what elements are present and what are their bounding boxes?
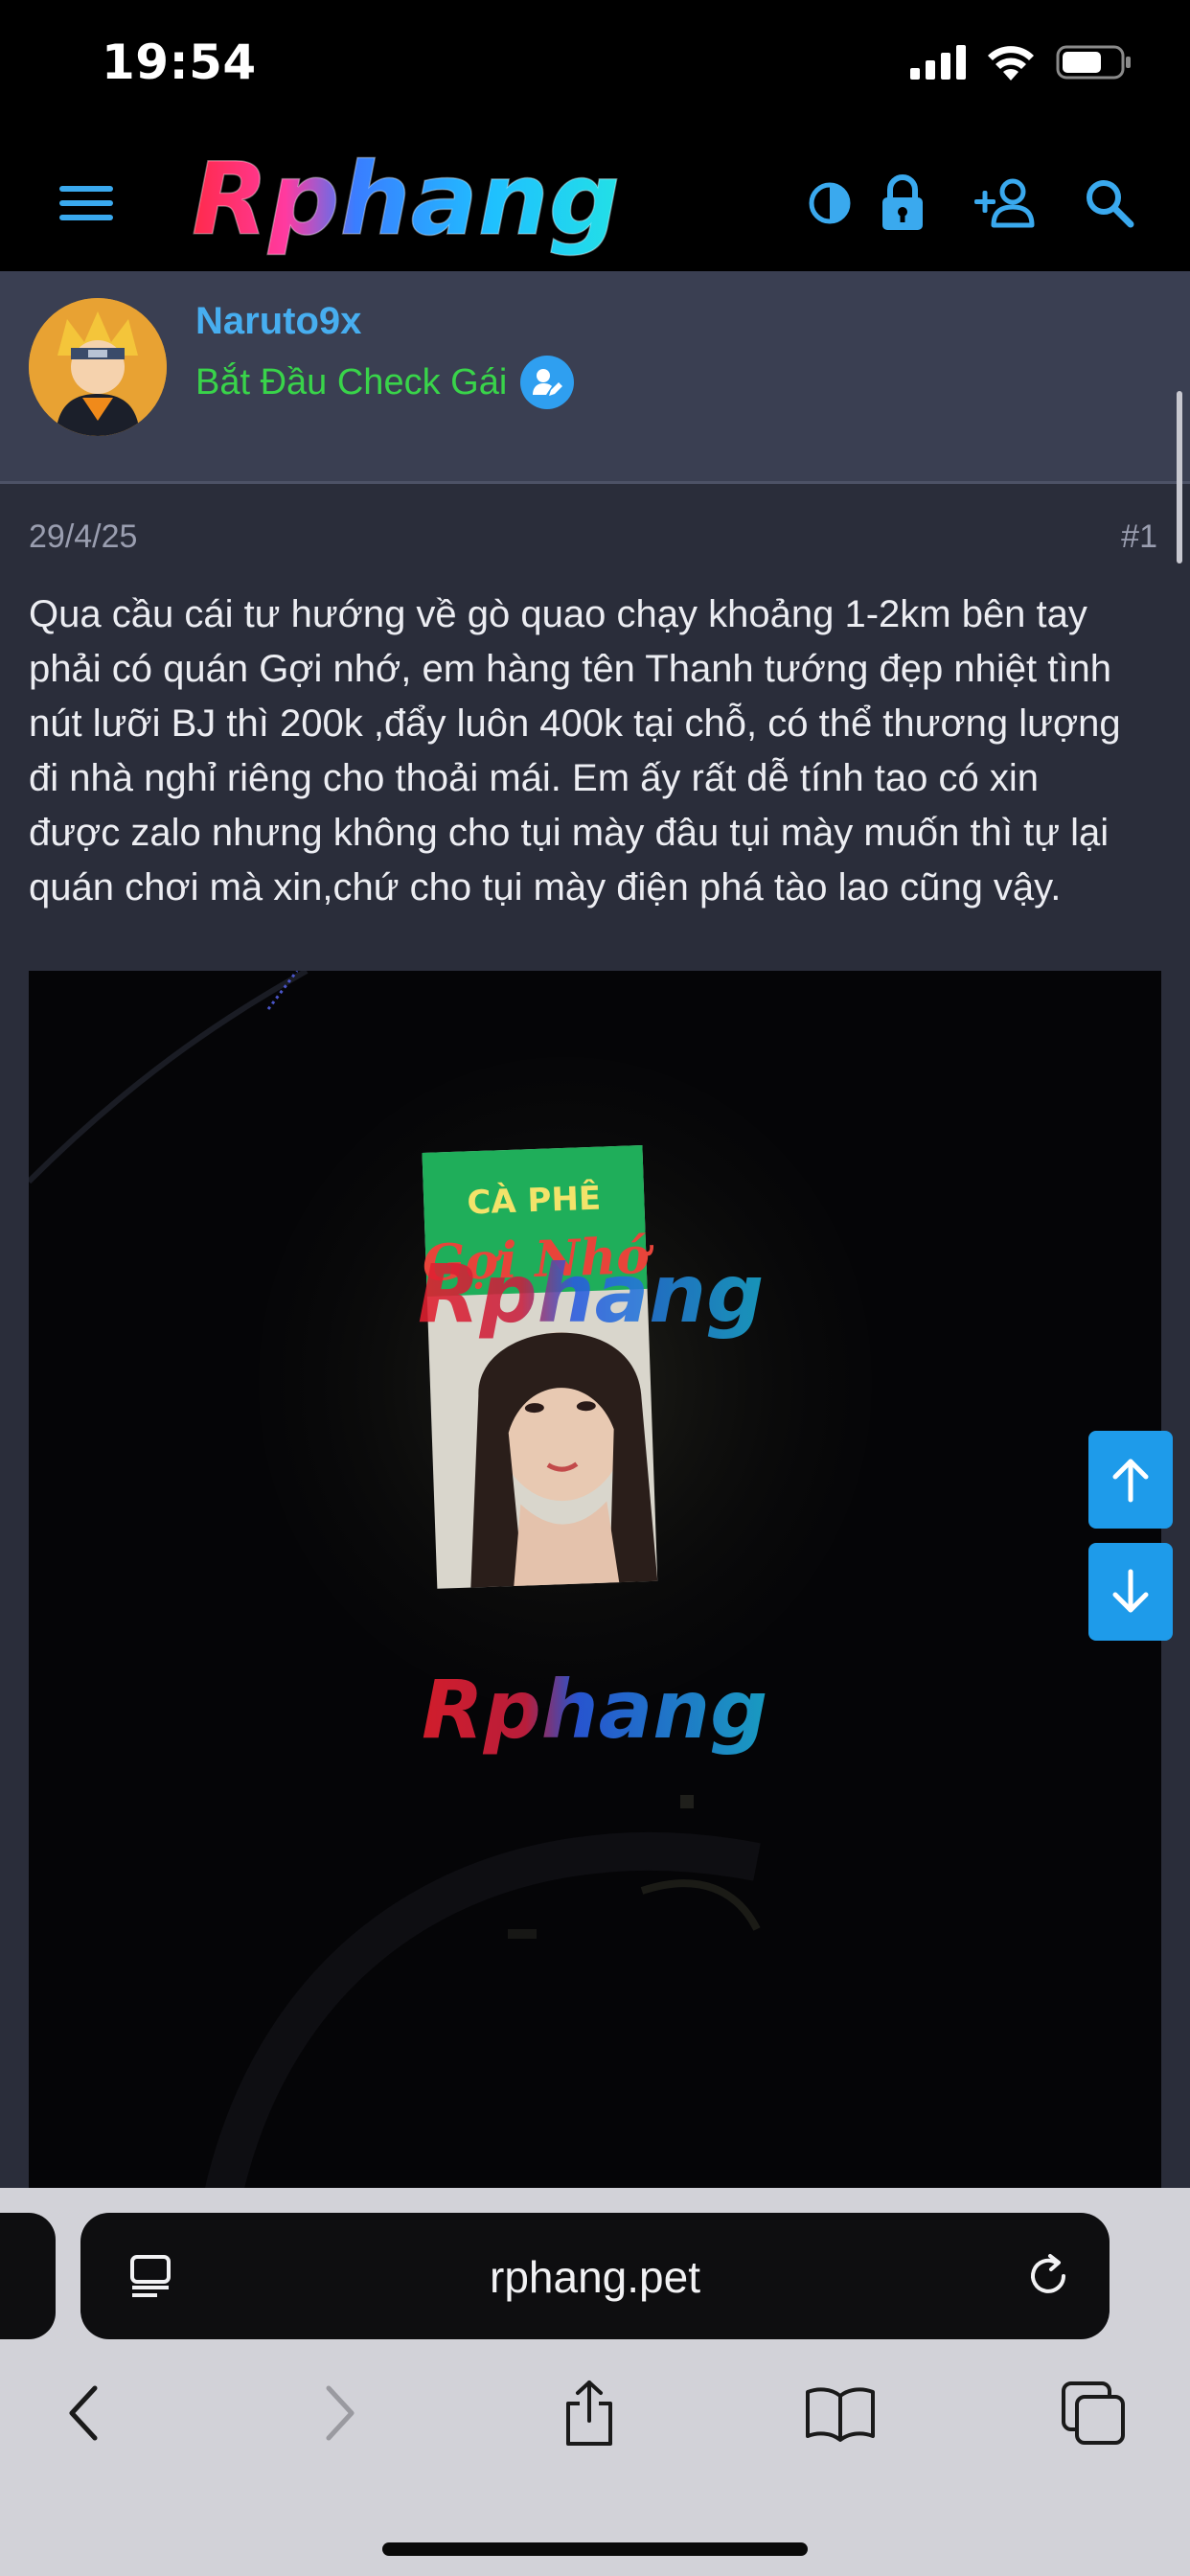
browser-toolbar: rphang.pet <box>0 2188 1190 2576</box>
address-bar[interactable]: rphang.pet <box>80 2213 1110 2339</box>
avatar[interactable] <box>29 298 167 436</box>
search-icon[interactable] <box>1069 163 1150 243</box>
scroll-bottom-button[interactable] <box>1088 1543 1173 1641</box>
verified-badge-icon <box>520 356 575 409</box>
site-header: Rphang <box>0 134 1190 271</box>
share-icon[interactable] <box>546 2370 632 2456</box>
contrast-icon[interactable] <box>790 163 870 243</box>
tabs-icon[interactable] <box>1050 2370 1136 2456</box>
user-title-label: Bắt Đầu Check Gái <box>195 361 508 402</box>
post-line: Qua cầu cái tư hướng về gò quao chạy kho… <box>29 593 1087 635</box>
arrow-up-icon <box>1112 1459 1149 1503</box>
back-icon[interactable] <box>40 2370 126 2456</box>
previous-tab-peek[interactable] <box>0 2213 56 2339</box>
status-icons <box>910 44 1133 80</box>
post-author-bar: Naruto9x Bắt Đầu Check Gái <box>0 271 1190 484</box>
reload-icon[interactable] <box>1023 2251 1073 2301</box>
scroll-top-button[interactable] <box>1088 1431 1173 1529</box>
status-time: 19:54 <box>102 34 257 90</box>
svg-text:CÀ PHÊ: CÀ PHÊ <box>467 1179 602 1223</box>
post-image[interactable]: CÀ PHÊ Gợi Nhớ Rphang Rphang <box>29 971 1161 2193</box>
post-date[interactable]: 29/4/25 <box>29 518 137 556</box>
post-number[interactable]: #1 <box>1121 518 1157 556</box>
status-bar: 19:54 <box>0 0 1190 134</box>
arrow-down-icon <box>1112 1569 1149 1613</box>
url-text[interactable]: rphang.pet <box>80 2251 1110 2303</box>
post-line: quán chơi mà xin,chứ cho tụi mày điện ph… <box>29 866 1062 908</box>
menu-icon[interactable] <box>46 163 126 243</box>
post-line: đi nhà nghỉ riêng cho thoải mái. Em ấy r… <box>29 757 1039 799</box>
post-author-name[interactable]: Naruto9x <box>195 300 361 343</box>
signal-icon <box>910 45 966 80</box>
home-indicator[interactable] <box>382 2542 808 2556</box>
lock-icon[interactable] <box>862 163 943 243</box>
post-line: nút lưỡi BJ thì 200k ,đẩy luôn 400k tại … <box>29 702 1121 745</box>
post-body: Qua cầu cái tư hướng về gò quao chạy kho… <box>29 587 1169 915</box>
site-logo[interactable]: Rphang <box>188 140 732 259</box>
svg-text:Rphang: Rphang <box>418 1247 764 1341</box>
add-user-icon[interactable] <box>966 163 1046 243</box>
post-line: phải có quán Gợi nhớ, em hàng tên Thanh … <box>29 648 1111 690</box>
wifi-icon <box>988 46 1034 80</box>
svg-text:Rphang: Rphang <box>422 1663 767 1757</box>
bookmarks-icon[interactable] <box>797 2370 883 2456</box>
svg-text:Rphang: Rphang <box>192 151 620 257</box>
post-line: được zalo nhưng không cho tụi mày đâu tụ… <box>29 812 1110 854</box>
page-scrollbar[interactable] <box>1177 391 1182 564</box>
thread-page[interactable]: Naruto9x Bắt Đầu Check Gái 29/4/25 #1 Qu… <box>0 271 1190 2193</box>
user-title: Bắt Đầu Check Gái <box>195 356 575 409</box>
forward-icon[interactable] <box>297 2370 383 2456</box>
battery-icon <box>1056 45 1131 80</box>
